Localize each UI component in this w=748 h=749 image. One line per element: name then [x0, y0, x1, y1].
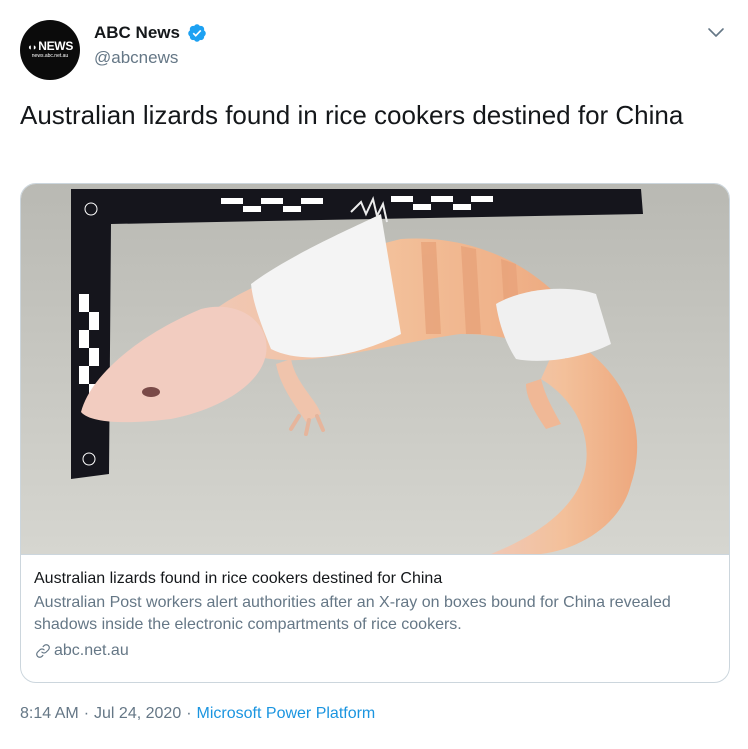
tweet-text: Australian lizards found in rice cookers…	[20, 100, 684, 130]
verified-icon	[188, 24, 207, 42]
meta-separator: ·	[83, 705, 90, 722]
tweet-time[interactable]: 8:14 AM	[20, 705, 79, 722]
chevron-down-icon[interactable]	[704, 20, 728, 44]
avatar-url: news.abc.net.au	[31, 53, 69, 59]
card-domain-text: abc.net.au	[54, 642, 129, 659]
account-names: ABC News @abcnews	[94, 22, 207, 70]
link-card[interactable]: Australian lizards found in rice cookers…	[20, 183, 730, 683]
card-title[interactable]: Australian lizards found in rice cookers…	[34, 568, 718, 590]
meta-separator: ·	[186, 705, 192, 722]
card-domain[interactable]: abc.net.au	[34, 640, 718, 662]
tweet-header: ◖◗NEWS news.abc.net.au ABC News @abcnews	[20, 18, 728, 80]
display-name[interactable]: ABC News	[94, 22, 180, 44]
lizard-photo[interactable]	[21, 184, 730, 554]
handle[interactable]: @abcnews	[94, 46, 207, 70]
tweet-date[interactable]: Jul 24, 2020	[94, 705, 181, 722]
tweet-source-link[interactable]: Microsoft Power Platform	[197, 705, 376, 722]
card-body[interactable]: Australian lizards found in rice cookers…	[21, 554, 729, 682]
avatar[interactable]: ◖◗NEWS news.abc.net.au	[20, 20, 80, 80]
tweet-meta: 8:14 AM · Jul 24, 2020 · Microsoft Power Pla…	[20, 702, 375, 726]
avatar-logo: ◖◗NEWS	[26, 39, 74, 53]
link-icon	[36, 644, 50, 658]
card-description: Australian Post workers alert authoritie…	[34, 594, 671, 633]
tweet: ◖◗NEWS news.abc.net.au ABC News @abcnews…	[0, 0, 748, 749]
